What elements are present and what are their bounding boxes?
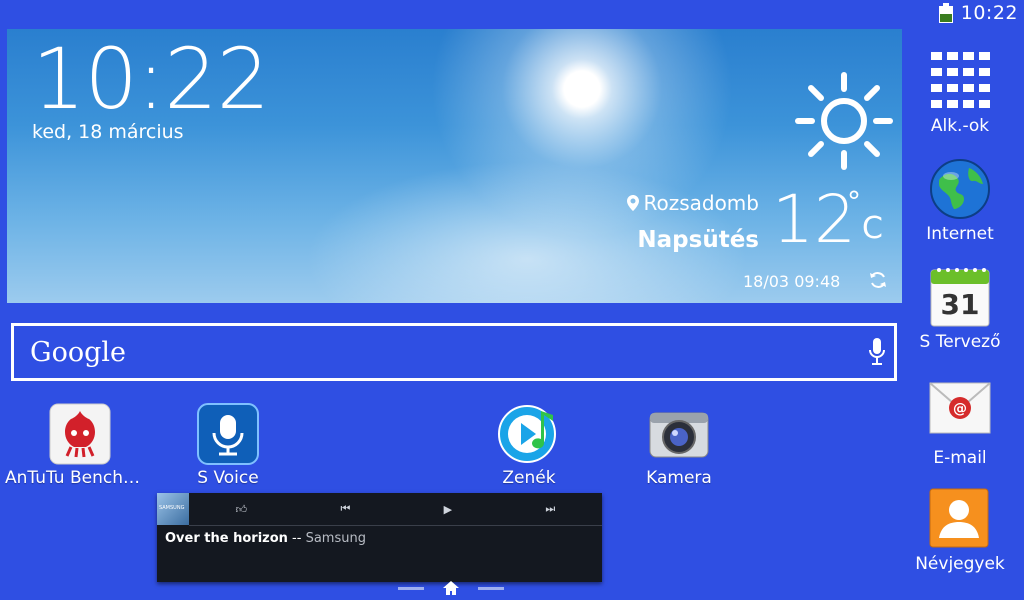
temperature-value: 12 <box>772 181 856 258</box>
contacts-icon <box>929 488 991 550</box>
dock-apps[interactable]: Alk.-ok <box>910 50 1010 136</box>
page-indicator-right[interactable] <box>478 587 504 590</box>
app-label: Zenék <box>502 468 556 488</box>
dock-s-planner[interactable]: 31 S Tervező <box>910 266 1010 352</box>
degree-symbol: ° <box>847 185 861 218</box>
home-page-icon[interactable] <box>442 580 460 596</box>
page-indicator-left[interactable] <box>398 587 424 590</box>
globe-icon <box>929 158 991 220</box>
dock-label: Internet <box>926 224 994 244</box>
dock-label: Névjegyek <box>915 554 1005 574</box>
battery-icon <box>938 3 953 23</box>
calendar-icon: 31 <box>929 266 991 328</box>
temperature-unit: C <box>862 211 883 246</box>
app-label: AnTuTu Benchm... <box>5 468 155 488</box>
widget-clock: 10:22 <box>32 30 270 128</box>
microphone-icon[interactable] <box>868 337 886 367</box>
s-voice-icon <box>197 403 259 465</box>
dock-internet[interactable]: Internet <box>910 158 1010 244</box>
dock-contacts[interactable]: Névjegyek <box>910 488 1010 574</box>
dock-label: E-mail <box>933 448 987 468</box>
widget-date: ked, 18 március <box>32 121 184 143</box>
dock-label: S Tervező <box>919 332 1001 352</box>
album-art-text: SAMSUNG <box>159 505 185 511</box>
app-antutu[interactable]: AnTuTu Benchm... <box>5 403 155 488</box>
title-separator: -- <box>287 531 306 546</box>
sun-icon <box>795 72 893 170</box>
calendar-day: 31 <box>941 288 980 321</box>
dock-email[interactable]: @ E-mail <box>910 382 1010 468</box>
home-screen: 10:22 10:22 ked, 18 március Rozsadomb Na… <box>0 0 1024 600</box>
weather-condition: Napsütés <box>637 227 759 253</box>
app-grid-icon <box>929 50 991 112</box>
dock-label: Alk.-ok <box>930 116 990 136</box>
now-playing: Over the horizon -- Samsung <box>165 531 366 546</box>
app-s-voice[interactable]: S Voice <box>153 403 303 488</box>
email-icon: @ <box>929 382 991 444</box>
music-player-icon <box>498 403 560 465</box>
location-name: Rozsadomb <box>643 191 759 215</box>
weather-location: Rozsadomb <box>627 191 759 215</box>
song-title: Over the horizon <box>165 531 288 546</box>
location-pin-icon <box>627 195 640 211</box>
camera-icon <box>648 403 710 465</box>
weather-clock-widget[interactable]: 10:22 ked, 18 március Rozsadomb Napsütés… <box>7 29 902 303</box>
svg-text:@: @ <box>953 401 967 417</box>
app-label: Kamera <box>646 468 712 488</box>
like-icon[interactable]: 👍︎ <box>236 503 248 516</box>
previous-track-icon[interactable]: ⏮︎ <box>340 502 350 516</box>
next-track-icon[interactable]: ⏭︎ <box>545 502 555 516</box>
play-icon[interactable]: ▶ <box>444 503 452 516</box>
artist-name: Samsung <box>305 531 366 546</box>
status-bar: 10:22 <box>938 0 1018 26</box>
google-logo: Google <box>30 336 126 368</box>
status-time: 10:22 <box>960 2 1018 24</box>
music-player-widget[interactable]: SAMSUNG 👍︎ ⏮︎ ▶ ⏭︎ Over the horizon -- S… <box>157 493 602 582</box>
app-zenek[interactable]: Zenék <box>454 403 604 488</box>
weather-updated-time: 18/03 09:48 <box>743 272 841 291</box>
app-kamera[interactable]: Kamera <box>604 403 754 488</box>
app-label: S Voice <box>197 468 259 488</box>
album-art[interactable]: SAMSUNG <box>157 493 189 525</box>
music-controls: 👍︎ ⏮︎ ▶ ⏭︎ <box>189 493 602 526</box>
refresh-icon[interactable] <box>868 270 888 290</box>
google-search-bar[interactable]: Google <box>11 323 897 381</box>
antutu-icon <box>49 403 111 465</box>
